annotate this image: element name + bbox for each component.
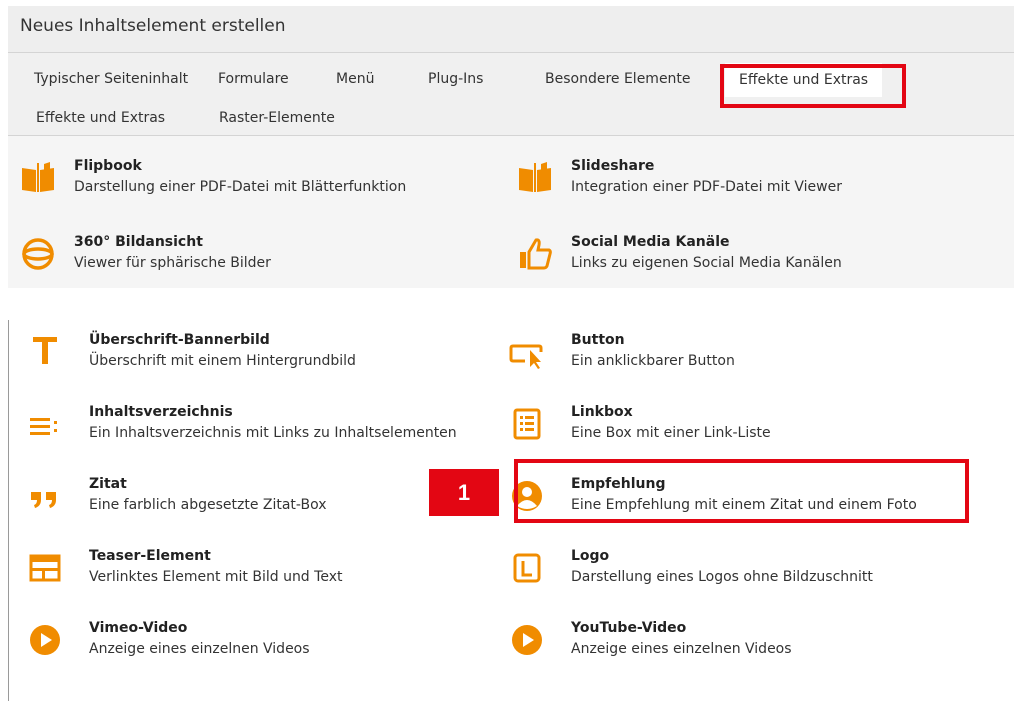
element-youtube-video[interactable]: YouTube-Video Anzeige eines einzelnen Vi… bbox=[509, 620, 979, 664]
element-description: Viewer für sphärische Bilder bbox=[74, 255, 271, 271]
wizard-title: Neues Inhaltselement erstellen bbox=[20, 16, 286, 36]
book-icon bbox=[22, 162, 54, 192]
tab-plug-ins[interactable]: Plug-Ins bbox=[428, 71, 483, 87]
tab-besondere-elemente[interactable]: Besondere Elemente bbox=[545, 71, 691, 87]
element-description: Darstellung eines Logos ohne Bildzuschni… bbox=[571, 569, 873, 585]
tab-raster-elemente[interactable]: Raster-Elemente bbox=[219, 110, 335, 126]
list-box-icon bbox=[513, 408, 541, 440]
tab-formulare[interactable]: Formulare bbox=[218, 71, 289, 87]
element-title: Teaser-Element bbox=[89, 548, 211, 564]
element-list-top: Flipbook Darstellung einer PDF-Datei mit… bbox=[8, 136, 1014, 288]
element-description: Eine farblich abgesetzte Zitat-Box bbox=[89, 497, 327, 513]
book-icon bbox=[519, 162, 551, 192]
element-description: Verlinktes Element mit Bild und Text bbox=[89, 569, 343, 585]
element-title: Vimeo-Video bbox=[89, 620, 188, 636]
text-t-icon bbox=[33, 337, 57, 364]
element-title: Slideshare bbox=[571, 158, 655, 174]
element-vimeo-video[interactable]: Vimeo-Video Anzeige eines einzelnen Vide… bbox=[27, 620, 507, 664]
element-logo[interactable]: Logo Darstellung eines Logos ohne Bildzu… bbox=[509, 548, 979, 592]
element-360-bildansicht[interactable]: 360° Bildansicht Viewer für sphärische B… bbox=[20, 234, 490, 278]
element-title: Inhaltsverzeichnis bbox=[89, 404, 233, 420]
element-button[interactable]: Button Ein anklickbarer Button bbox=[509, 332, 979, 376]
element-title: Linkbox bbox=[571, 404, 633, 420]
element-description: Links zu eigenen Social Media Kanälen bbox=[571, 255, 842, 271]
thumbs-up-icon bbox=[520, 238, 552, 270]
element-title: Flipbook bbox=[74, 158, 142, 174]
button-cursor-icon bbox=[509, 344, 543, 369]
element-slideshare[interactable]: Slideshare Integration einer PDF-Datei m… bbox=[517, 158, 987, 202]
element-description: Anzeige eines einzelnen Videos bbox=[89, 641, 310, 657]
element-inhaltsverzeichnis[interactable]: Inhaltsverzeichnis Ein Inhaltsverzeichni… bbox=[27, 404, 507, 448]
wizard-bottom-panel: Überschrift-Bannerbild Überschrift mit e… bbox=[8, 320, 1014, 701]
sphere-icon bbox=[22, 238, 54, 270]
element-linkbox[interactable]: Linkbox Eine Box mit einer Link-Liste bbox=[509, 404, 979, 448]
element-description: Integration einer PDF-Datei mit Viewer bbox=[571, 179, 842, 195]
tab-menue[interactable]: Menü bbox=[336, 71, 374, 87]
tab-bar: Typischer Seiteninhalt Formulare Menü Pl… bbox=[8, 53, 1014, 136]
tab-typischer-seiteninhalt[interactable]: Typischer Seiteninhalt bbox=[34, 71, 188, 87]
highlight-frame-empfehlung bbox=[514, 459, 969, 523]
element-title: Button bbox=[571, 332, 625, 348]
element-description: Eine Box mit einer Link-Liste bbox=[571, 425, 771, 441]
quote-icon bbox=[31, 492, 56, 508]
element-description: Ein anklickbarer Button bbox=[571, 353, 735, 369]
element-teaser-element[interactable]: Teaser-Element Verlinktes Element mit Bi… bbox=[27, 548, 507, 592]
element-social-media-kanaele[interactable]: Social Media Kanäle Links zu eigenen Soc… bbox=[517, 234, 987, 278]
logo-l-icon bbox=[513, 553, 541, 583]
element-ueberschrift-bannerbild[interactable]: Überschrift-Bannerbild Überschrift mit e… bbox=[27, 332, 507, 376]
play-icon bbox=[30, 625, 60, 655]
element-description: Ein Inhaltsverzeichnis mit Links zu Inha… bbox=[89, 425, 457, 441]
tab-highlight-frame bbox=[720, 64, 906, 108]
element-description: Anzeige eines einzelnen Videos bbox=[571, 641, 792, 657]
play-icon bbox=[512, 625, 542, 655]
tab-effekte-und-extras[interactable]: Effekte und Extras bbox=[36, 110, 165, 126]
wizard-top-panel: Neues Inhaltselement erstellen Typischer… bbox=[8, 6, 1014, 288]
element-title: Überschrift-Bannerbild bbox=[89, 332, 270, 348]
annotation-badge: 1 bbox=[429, 469, 499, 516]
wizard-header: Neues Inhaltselement erstellen bbox=[8, 6, 1014, 53]
element-title: Logo bbox=[571, 548, 610, 564]
list-lines-icon bbox=[30, 418, 57, 435]
teaser-layout-icon bbox=[29, 554, 61, 582]
element-description: Darstellung einer PDF-Datei mit Blätterf… bbox=[74, 179, 407, 195]
element-description: Überschrift mit einem Hintergrundbild bbox=[89, 353, 356, 369]
element-flipbook[interactable]: Flipbook Darstellung einer PDF-Datei mit… bbox=[20, 158, 490, 202]
element-title: Social Media Kanäle bbox=[571, 234, 730, 250]
element-title: Zitat bbox=[89, 476, 127, 492]
element-title: 360° Bildansicht bbox=[74, 234, 203, 250]
element-title: YouTube-Video bbox=[571, 620, 687, 636]
element-zitat[interactable]: Zitat Eine farblich abgesetzte Zitat-Box bbox=[27, 476, 417, 520]
